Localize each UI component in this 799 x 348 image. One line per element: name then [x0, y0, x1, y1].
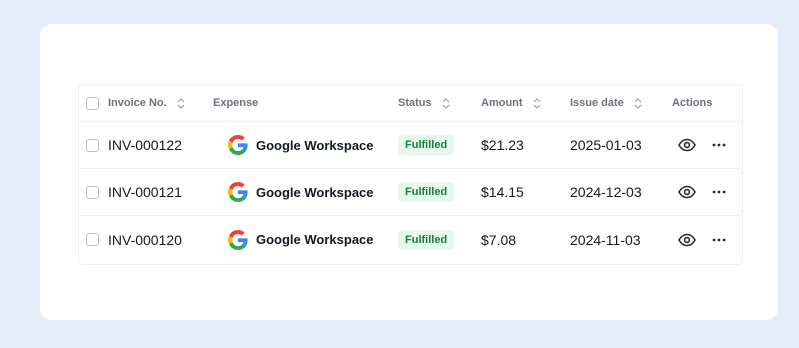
more-action-cell	[712, 122, 726, 168]
amount-cell: $21.23	[481, 122, 524, 168]
header-amount[interactable]: Amount	[481, 85, 541, 121]
view-action-cell	[678, 122, 696, 168]
eye-icon[interactable]	[678, 185, 696, 199]
google-logo-icon	[228, 182, 248, 202]
header-expense-label: Expense	[213, 97, 259, 109]
expense-cell: Google Workspace	[228, 169, 374, 215]
header-actions: Actions	[672, 85, 712, 121]
header-invoice[interactable]: Invoice No.	[108, 85, 185, 121]
table-row[interactable]: INV-000122 Google Workspace Fulfilled $2…	[79, 122, 742, 169]
select-all-cell	[86, 85, 99, 121]
expense-cell: Google Workspace	[228, 216, 374, 263]
invoice-cell: INV-000121	[108, 169, 182, 215]
expense-cell: Google Workspace	[228, 122, 374, 168]
issue-date-cell: 2024-12-03	[570, 169, 642, 215]
sort-chevrons-icon[interactable]	[533, 97, 541, 109]
status-badge: Fulfilled	[398, 229, 455, 250]
view-action-cell	[678, 169, 696, 215]
expense-name: Google Workspace	[256, 137, 374, 153]
issue-date-value: 2024-12-03	[570, 184, 642, 200]
header-actions-label: Actions	[672, 97, 713, 109]
amount-value: $21.23	[481, 137, 524, 153]
row-select-cell	[86, 216, 99, 263]
expense-name: Google Workspace	[256, 232, 374, 247]
amount-cell: $7.08	[481, 216, 516, 263]
select-all-checkbox[interactable]	[86, 96, 99, 110]
table-header: Invoice No. Expense Status Amount Issue …	[79, 85, 742, 122]
issue-date-value: 2025-01-03	[570, 137, 642, 153]
header-issue-date[interactable]: Issue date	[570, 85, 642, 121]
more-horizontal-icon[interactable]	[712, 143, 726, 147]
more-action-cell	[712, 216, 726, 263]
table-row[interactable]: INV-000121 Google Workspace Fulfilled $1…	[79, 169, 742, 216]
invoice-number: INV-000120	[108, 231, 182, 248]
invoice-cell: INV-000120	[108, 216, 182, 263]
sort-chevrons-icon[interactable]	[634, 97, 642, 109]
more-horizontal-icon[interactable]	[712, 238, 726, 242]
invoice-number: INV-000121	[108, 184, 182, 200]
sort-chevrons-icon[interactable]	[177, 97, 185, 109]
row-checkbox[interactable]	[86, 138, 99, 152]
status-badge: Fulfilled	[398, 135, 455, 155]
table-row[interactable]: INV-000120 Google Workspace Fulfilled $7…	[79, 216, 742, 263]
eye-icon[interactable]	[678, 138, 696, 152]
invoice-table: Invoice No. Expense Status Amount Issue …	[78, 84, 743, 265]
issue-date-cell: 2024-11-03	[570, 216, 641, 263]
invoice-card: Invoice No. Expense Status Amount Issue …	[40, 24, 778, 320]
status-badge: Fulfilled	[398, 182, 455, 202]
more-horizontal-icon[interactable]	[712, 190, 726, 194]
amount-value: $14.15	[481, 184, 524, 200]
invoice-number: INV-000122	[108, 137, 182, 153]
row-checkbox[interactable]	[86, 185, 99, 199]
expense-name: Google Workspace	[256, 184, 374, 200]
row-select-cell	[86, 169, 99, 215]
invoice-cell: INV-000122	[108, 122, 182, 168]
row-select-cell	[86, 122, 99, 168]
amount-value: $7.08	[481, 231, 517, 248]
header-issue-date-label: Issue date	[570, 97, 624, 109]
header-amount-label: Amount	[481, 97, 523, 109]
header-status-label: Status	[398, 97, 432, 109]
status-cell: Fulfilled	[398, 216, 455, 263]
header-invoice-label: Invoice No.	[108, 97, 167, 109]
amount-cell: $14.15	[481, 169, 524, 215]
header-status[interactable]: Status	[398, 85, 450, 121]
status-cell: Fulfilled	[398, 122, 455, 168]
more-action-cell	[712, 169, 726, 215]
google-logo-icon	[228, 135, 248, 155]
view-action-cell	[678, 216, 696, 263]
issue-date-cell: 2025-01-03	[570, 122, 642, 168]
google-logo-icon	[228, 229, 248, 250]
header-expense: Expense	[213, 85, 258, 121]
row-checkbox[interactable]	[86, 233, 99, 246]
status-cell: Fulfilled	[398, 169, 455, 215]
sort-chevrons-icon[interactable]	[442, 97, 450, 109]
eye-icon[interactable]	[678, 233, 696, 247]
issue-date-value: 2024-11-03	[570, 231, 641, 248]
